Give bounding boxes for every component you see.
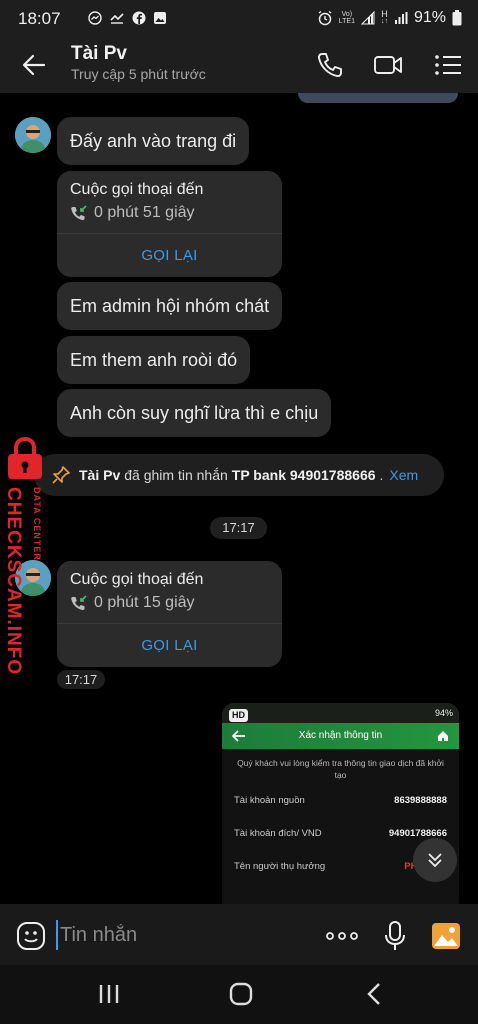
signal-icon (360, 11, 375, 25)
message-time: 17:17 (57, 670, 105, 689)
call-title: Cuộc gọi thoại đến (70, 181, 204, 198)
time-divider: 17:17 (210, 517, 267, 539)
incoming-call-card: Cuộc gọi thoại đến 0 phút 51 giây GỌI LẠ… (57, 171, 282, 277)
attachment-title: Xác nhận thông tin (298, 730, 383, 741)
call-back-button[interactable]: GỌI LẠI (57, 234, 282, 277)
text-cursor (56, 920, 58, 950)
hd-badge: HD (229, 709, 248, 722)
pin-icon (52, 466, 70, 484)
messenger-icon (88, 11, 102, 25)
status-right-group: Vo) LTE1 H ↓↑ 91% (317, 9, 462, 27)
more-options-icon[interactable] (325, 924, 359, 948)
call-duration: 0 phút 51 giây (94, 204, 195, 221)
incoming-call-icon (71, 205, 87, 221)
watermark: CHECKSCAM.INFO DATA CENTER (0, 436, 50, 755)
gallery-icon[interactable] (430, 920, 462, 952)
status-bar: 18:07 Vo) LTE1 H ↓↑ 91% (0, 0, 478, 38)
attachment-battery: 94% (434, 708, 453, 718)
image-icon (154, 12, 166, 24)
message-bubble[interactable]: Em admin hội nhóm chát (57, 282, 283, 330)
double-chevron-down-icon (428, 853, 442, 868)
home-icon (438, 731, 448, 741)
volte-label: Vo) LTE1 (338, 11, 355, 25)
video-call-icon[interactable] (372, 50, 404, 80)
watermark-sub: DATA CENTER (32, 487, 42, 561)
pin-dot: . (379, 467, 384, 483)
battery-percent: 91% (413, 9, 446, 26)
phone-icon[interactable] (314, 50, 346, 80)
status-time: 18:07 (18, 9, 61, 28)
contact-name[interactable]: Tài Pv (71, 43, 127, 65)
back-arrow-icon[interactable] (18, 50, 50, 80)
incoming-call-icon (71, 595, 87, 611)
message-bubble[interactable]: Em them anh roòi đó (57, 336, 251, 384)
system-navigation-bar (0, 965, 478, 1024)
call-duration: 0 phút 15 giây (94, 594, 195, 611)
attachment-row: Tài khoản nguồn 8639888888 (234, 795, 447, 806)
h-network-label: H ↓↑ (380, 9, 388, 26)
message-bubble[interactable]: Anh còn suy nghĩ lừa thì e chịu (57, 389, 332, 437)
microphone-icon[interactable] (383, 920, 407, 952)
chat-area[interactable]: Đấy anh vào trang đi Cuộc gọi thoại đến … (0, 93, 478, 904)
menu-icon[interactable] (432, 50, 464, 80)
view-pin-link[interactable]: Xem (389, 467, 418, 483)
home-button-icon[interactable] (226, 981, 256, 1007)
message-bubble[interactable]: Đấy anh vào trang đi (57, 117, 250, 165)
missed-call-icon (110, 13, 124, 24)
signal-icon-2 (394, 12, 408, 24)
contact-status: Truy cập 5 phút trước (71, 66, 206, 82)
lock-icon (8, 436, 42, 479)
pinned-message-banner[interactable]: Tài Pv đã ghim tin nhắn TP bank 94901788… (34, 454, 444, 496)
chat-header: Tài Pv Truy cập 5 phút trước (0, 38, 478, 93)
attachment-header: Xác nhận thông tin (222, 723, 459, 749)
pin-author: Tài Pv (79, 467, 121, 483)
recent-apps-icon[interactable] (94, 981, 124, 1007)
attachment-note: Quý khách vui lòng kiểm tra thông tin gi… (237, 758, 444, 780)
facebook-icon (132, 11, 146, 25)
sticker-emoji-icon[interactable] (15, 920, 47, 952)
watermark-brand: CHECKSCAM.INFO (3, 487, 24, 676)
notification-icons (88, 11, 167, 25)
call-title: Cuộc gọi thoại đến (70, 571, 204, 588)
message-input[interactable] (60, 919, 300, 951)
battery-icon (452, 10, 462, 26)
back-arrow-icon (232, 730, 245, 742)
back-button-icon[interactable] (360, 981, 390, 1007)
alarm-icon (318, 10, 332, 26)
message-input-bar (0, 904, 478, 965)
scroll-to-bottom-button[interactable] (413, 838, 457, 882)
pinned-content: TP bank 94901788666 (231, 467, 376, 483)
pin-text: đã ghim tin nhắn (124, 467, 228, 483)
avatar[interactable] (15, 117, 51, 153)
call-back-button[interactable]: GỌI LẠI (57, 624, 282, 667)
previous-message-bubble[interactable] (298, 93, 458, 103)
incoming-call-card: Cuộc gọi thoại đến 0 phút 15 giây GỌI LẠ… (57, 561, 282, 667)
